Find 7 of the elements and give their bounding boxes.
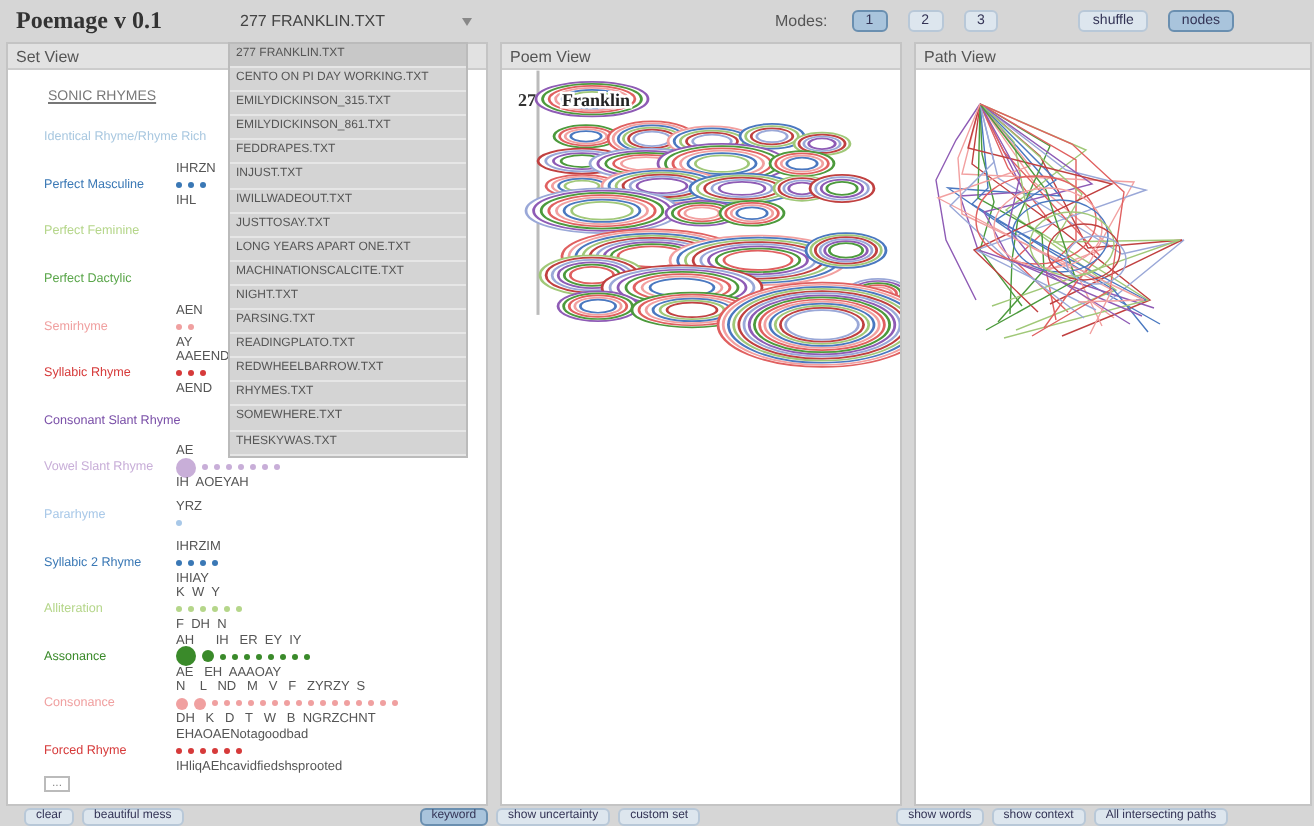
panel-title: Poem View bbox=[502, 44, 900, 70]
caret-icon bbox=[462, 17, 472, 25]
panel-title: Path View bbox=[916, 44, 1310, 70]
file-dropdown[interactable]: 277 FRANKLIN.TXT bbox=[236, 12, 476, 30]
poem-number: 27 bbox=[518, 90, 536, 110]
app-title: Poemage v 0.1 bbox=[16, 6, 164, 36]
modes-label: Modes: bbox=[774, 12, 828, 30]
